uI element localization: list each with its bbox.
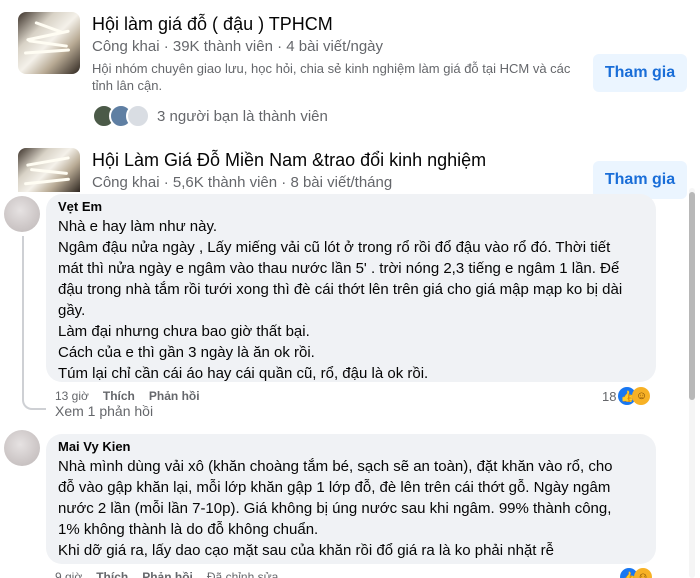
- friend-avatar: [126, 104, 150, 128]
- group-thumbnail[interactable]: [18, 148, 80, 192]
- group-name[interactable]: Hội Làm Giá Đỗ Miền Nam &trao đổi kinh n…: [92, 150, 486, 171]
- view-replies-link[interactable]: Xem 1 phản hồi: [55, 403, 153, 419]
- group-meta: Công khai · 39K thành viên · 4 bài viết/…: [92, 38, 384, 55]
- comment-text-line: 1% không thành là do đỗ không chuẩn.: [58, 521, 319, 538]
- friends-in-group: 3 người bạn là thành viên: [92, 104, 328, 128]
- comment-author[interactable]: Vẹt Em: [58, 198, 644, 216]
- comment-text-line: Ngâm đậu nửa ngày , Lấy miếng vải cũ lót…: [58, 239, 611, 256]
- group-result-2[interactable]: Hội Làm Giá Đỗ Miền Nam &trao đổi kinh n…: [0, 140, 700, 199]
- haha-icon: ☺: [632, 387, 651, 405]
- comment-text-line: Cách của e thì gần 3 ngày là ăn ok rồi.: [58, 344, 315, 361]
- thread-line: [22, 236, 24, 400]
- reaction-summary[interactable]: 18 👍 ☺: [602, 387, 651, 405]
- group-result-1[interactable]: Hội làm giá đỗ ( đậu ) TPHCM Công khai ·…: [0, 0, 700, 140]
- comment-author[interactable]: Mai Vy Kien: [58, 438, 644, 456]
- comment-text-line: nước 2 lần (mỗi lần 7-10p). Giá không bị…: [58, 500, 612, 517]
- join-group-button[interactable]: Tham gia: [593, 54, 687, 92]
- comment-text-line: đỗ vào gập khăn lại, mỗi lớp khăn gập 1 …: [58, 479, 611, 496]
- comment-text-line: đậu trong nhà tắm rồi tưới xong thì đè c…: [58, 281, 623, 298]
- friends-count-text: 3 người bạn là thành viên: [157, 107, 328, 125]
- comment-text-line: Túm lại chỉ cần cái áo hay cái quần cũ, …: [58, 365, 429, 382]
- thread-connector: [22, 400, 46, 410]
- commenter-avatar[interactable]: [4, 430, 40, 466]
- comment-bubble: Mai Vy Kien Nhà mình dùng vải xô (khăn c…: [46, 434, 656, 564]
- comment-time[interactable]: 13 giờ: [55, 389, 89, 403]
- group-thumbnail[interactable]: [18, 12, 80, 74]
- reply-button[interactable]: Phản hồi: [149, 389, 200, 403]
- reaction-count: 18: [602, 388, 617, 404]
- comment-text-line: Nhà mình dùng vải xô (khăn choàng tắm bé…: [58, 458, 613, 475]
- haha-icon: ☺: [634, 568, 652, 578]
- edited-label: Đã chỉnh sửa: [206, 570, 279, 578]
- reply-button[interactable]: Phản hồi: [142, 570, 193, 578]
- comment-time[interactable]: 9 giờ: [55, 570, 82, 578]
- comment-bubble: Vẹt Em Nhà e hay làm như này. Ngâm đậu n…: [46, 194, 656, 382]
- comment-text-line: Làm đại nhưng chưa bao giờ thất bại.: [58, 323, 310, 340]
- comment-actions: 9 giờ Thích Phản hồi Đã chỉnh sửa: [55, 570, 278, 578]
- group-description: Hội nhóm chuyên giao lưu, học hỏi, chia …: [92, 61, 571, 93]
- comment-actions: 13 giờ Thích Phản hồi: [55, 389, 200, 403]
- comment-text-line: gầy.: [58, 302, 86, 319]
- scrollbar-thumb[interactable]: [689, 192, 695, 400]
- comment-text-line: mát thì nửa ngày e ngâm vào thau nước lầ…: [58, 260, 620, 277]
- reaction-summary[interactable]: 👍 ☺: [618, 568, 652, 578]
- group-name[interactable]: Hội làm giá đỗ ( đậu ) TPHCM: [92, 14, 333, 35]
- commenter-avatar[interactable]: [4, 196, 40, 232]
- comment-text-line: Nhà e hay làm như này.: [58, 218, 218, 235]
- comment-text-line: Khi dỡ giá ra, lấy dao cạo mặt sau của k…: [58, 542, 554, 559]
- like-button[interactable]: Thích: [96, 570, 128, 578]
- like-button[interactable]: Thích: [103, 389, 135, 403]
- group-meta: Công khai · 5,6K thành viên · 8 bài viết…: [92, 174, 393, 191]
